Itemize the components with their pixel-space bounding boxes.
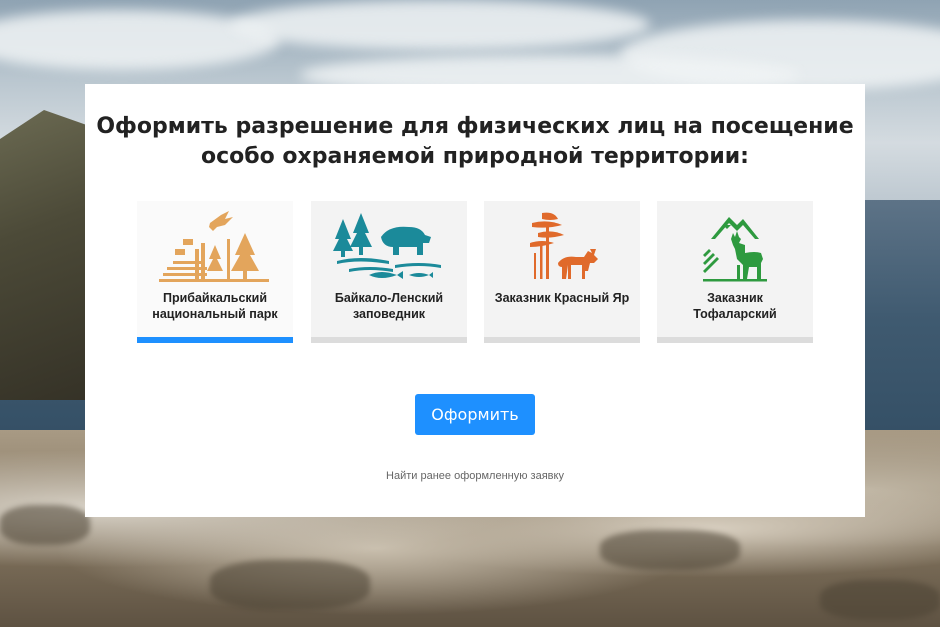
page-title-line1: Оформить разрешение для физических лиц н… <box>96 114 854 139</box>
page-title: Оформить разрешение для физических лиц н… <box>85 112 865 172</box>
find-existing-application-link[interactable]: Найти ранее оформленную заявку <box>85 470 865 482</box>
tile-krasny-yar-reserve[interactable]: Заказник Красный Яр <box>484 201 640 343</box>
baikalo-lensky-reserve-logo-icon <box>333 213 441 279</box>
krasny-yar-reserve-logo-icon <box>530 212 598 279</box>
tile-selected-indicator <box>657 337 813 343</box>
tile-label: Заказник Красный Яр <box>494 291 630 305</box>
tile-selected-indicator <box>137 337 293 343</box>
tile-baikalo-lensky-reserve[interactable]: Байкало-Ленский заповедник <box>311 201 467 343</box>
submit-button[interactable]: Оформить <box>415 394 535 435</box>
tile-label: Прибайкальский национальный парк <box>152 291 278 321</box>
tile-tofalarsky-reserve[interactable]: Заказник Тофаларский <box>657 201 813 343</box>
tile-label: Байкало-Ленский заповедник <box>334 291 444 321</box>
territory-tiles: Прибайкальский национальный парк Байкало… <box>137 201 813 343</box>
tofalarsky-reserve-logo-icon <box>703 217 767 282</box>
pribaikalsky-park-logo-icon <box>159 211 269 282</box>
tile-selected-indicator <box>484 337 640 343</box>
page-title-line2: особо охраняемой природной территории: <box>201 144 749 169</box>
tile-label: Заказник Тофаларский <box>693 291 777 321</box>
tile-pribaikalsky-park[interactable]: Прибайкальский национальный парк <box>137 201 293 343</box>
tile-selected-indicator <box>311 337 467 343</box>
permit-card: Оформить разрешение для физических лиц н… <box>85 84 865 517</box>
